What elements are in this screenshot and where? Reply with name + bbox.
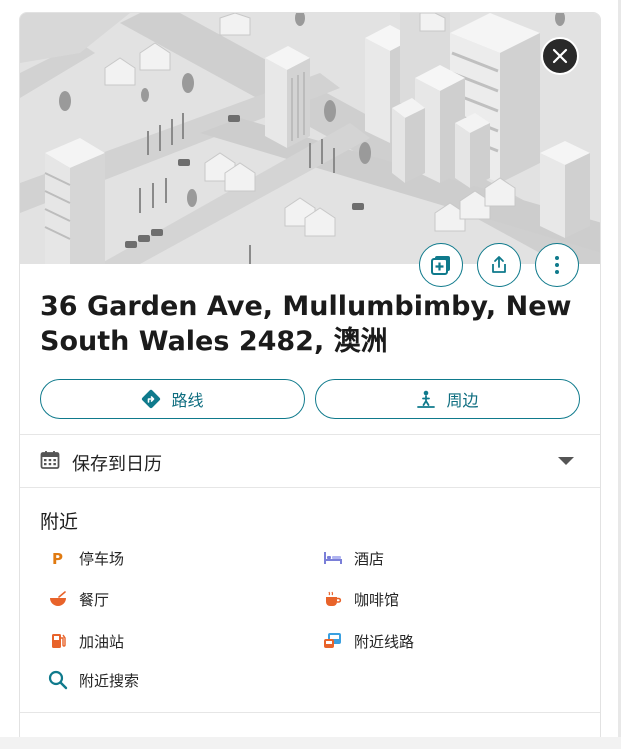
nearby-heading: 附近 (40, 512, 79, 533)
nearby-item-label: 停车场 (79, 550, 125, 568)
calendar-icon (40, 451, 60, 469)
nearby-item-label: 附近线路 (354, 633, 415, 651)
hotel-bed-icon (322, 547, 344, 569)
bottom-panel-edge (0, 737, 621, 749)
nearby-item-transit[interactable]: 附近线路 (322, 627, 414, 655)
nearby-item-restaurant[interactable]: 餐厅 (47, 585, 109, 613)
more-vertical-icon (555, 256, 559, 274)
nearby-label: 周边 (446, 393, 479, 410)
coffee-cup-icon (322, 588, 344, 610)
chevron-down-icon[interactable] (558, 457, 574, 465)
nearby-item-label: 加油站 (79, 633, 125, 651)
nearby-item-gas-station[interactable]: 加油站 (47, 627, 124, 655)
divider (20, 487, 600, 488)
svg-text:P: P (52, 550, 63, 566)
directions-icon (142, 389, 161, 409)
nearby-item-label: 附近搜索 (79, 672, 140, 690)
route-label: 路线 (171, 393, 204, 410)
search-icon (47, 669, 69, 691)
divider (20, 712, 600, 713)
nearby-item-label: 酒店 (354, 550, 385, 568)
nearby-item-label: 咖啡馆 (354, 591, 400, 609)
route-button[interactable]: 路线 (40, 379, 305, 419)
close-icon (552, 48, 568, 64)
gas-station-icon (47, 630, 69, 652)
divider (20, 434, 600, 435)
share-icon (492, 256, 506, 273)
save-to-calendar-label: 保存到日历 (72, 454, 162, 474)
close-button[interactable] (541, 37, 579, 75)
place-card: 36 Garden Ave, Mullumbimby, New South Wa… (19, 12, 601, 744)
person-nearby-icon (417, 390, 436, 408)
nearby-item-cafe[interactable]: 咖啡馆 (322, 585, 399, 613)
restaurant-bowl-icon (47, 588, 69, 610)
nearby-button[interactable]: 周边 (315, 379, 580, 419)
nearby-item-label: 餐厅 (79, 591, 110, 609)
save-to-calendar-row[interactable]: 保存到日历 (20, 436, 600, 487)
hero-illustration (20, 13, 600, 264)
share-button[interactable] (477, 243, 521, 287)
nearby-item-parking[interactable]: P 停车场 (47, 544, 124, 572)
place-title: 36 Garden Ave, Mullumbimby, New South Wa… (40, 291, 572, 357)
more-options-button[interactable] (535, 243, 579, 287)
nearby-item-search[interactable]: 附近搜索 (47, 666, 139, 694)
parking-icon: P (47, 547, 69, 569)
save-button[interactable] (419, 243, 463, 287)
transit-icon (322, 630, 344, 652)
nearby-item-hotel[interactable]: 酒店 (322, 544, 384, 572)
add-to-collection-icon (431, 256, 450, 275)
